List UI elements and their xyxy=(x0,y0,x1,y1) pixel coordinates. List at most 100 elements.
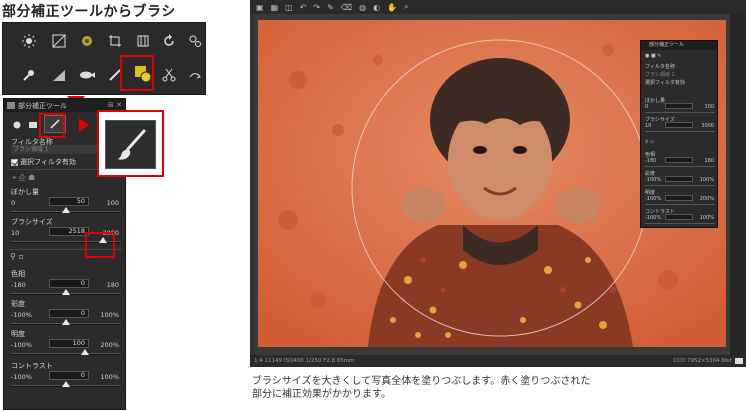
mini-filter-value: ブラシ領域 1 xyxy=(645,72,675,78)
gradient-icon[interactable] xyxy=(47,63,71,87)
color-picker-icon[interactable]: ⚲ ▫ xyxy=(10,252,24,261)
slider-track-contrast[interactable] xyxy=(11,381,121,387)
eraser-icon[interactable]: ⌫ xyxy=(341,3,352,12)
mini-value-box-brush-size[interactable] xyxy=(665,122,693,128)
mini-max-brush-size: 3000 xyxy=(701,123,714,129)
mini-tool-row: ● ■ ✎ xyxy=(645,53,662,59)
mini-picker-icon[interactable]: ⚲ ▫ xyxy=(645,139,654,145)
slider-label-brush-size: ブラシサイズ xyxy=(11,218,53,226)
undo-icon[interactable]: ↶ xyxy=(300,3,307,12)
slider-min-brush-size: 10 xyxy=(11,229,20,237)
slider-min-blur: 0 xyxy=(11,199,16,207)
redo-icon[interactable]: ↷ xyxy=(313,3,320,12)
slider-label-contrast: コントラスト xyxy=(11,362,53,370)
slider-thumb-hue[interactable] xyxy=(62,289,70,295)
slider-label-saturation: 彩度 xyxy=(11,300,25,308)
editor-right-strip xyxy=(730,14,746,355)
rect-filter-icon[interactable] xyxy=(26,118,39,131)
share-icon[interactable] xyxy=(183,63,207,87)
rotate-icon[interactable] xyxy=(157,29,181,53)
slider-value-brush-size[interactable]: 2518 xyxy=(49,227,89,236)
slider-thumb-saturation[interactable] xyxy=(62,319,70,325)
mini-track-contrast[interactable] xyxy=(645,223,715,224)
mini-label-brightness: 明度 xyxy=(645,190,656,196)
mini-track-hue[interactable] xyxy=(645,166,715,167)
grid-icon[interactable]: ▦ xyxy=(271,3,279,12)
panel-title: 部分補正ツール xyxy=(18,101,67,110)
brush-zoom-callout xyxy=(97,110,164,177)
checkbox-icon[interactable] xyxy=(11,158,18,166)
crop-icon[interactable] xyxy=(103,29,127,53)
filter-name-field[interactable]: ブラシ領域 1 xyxy=(11,145,111,154)
dropper-icon[interactable] xyxy=(17,63,41,87)
fill-icon[interactable]: ◍ xyxy=(359,3,366,12)
settings-gears-icon[interactable] xyxy=(183,29,207,53)
slider-max-brightness: 200% xyxy=(100,341,119,349)
slider-label-brightness: 明度 xyxy=(11,330,25,338)
slider-label-hue: 色相 xyxy=(11,270,25,278)
fish-eye-icon[interactable] xyxy=(75,63,99,87)
slider-min-hue: -180 xyxy=(11,281,26,289)
fit-icon[interactable]: ▣ xyxy=(256,3,264,12)
circle-filter-icon[interactable] xyxy=(10,118,23,131)
compare-icon[interactable]: ◫ xyxy=(285,3,293,12)
brightness-icon[interactable] xyxy=(17,29,41,53)
mini-label-hue: 色相 xyxy=(645,152,656,158)
color-balance-icon[interactable] xyxy=(75,29,99,53)
brush-size-highlight xyxy=(85,232,115,258)
mini-track-blur[interactable] xyxy=(645,112,715,113)
mini-track-brightness[interactable] xyxy=(645,204,715,205)
mini-min-blur: 0 xyxy=(645,104,649,110)
caption: ブラシサイズを大きくして写真全体を塗りつぶします。赤く塗りつぶされた 部分に補正… xyxy=(252,375,746,401)
slider-track-saturation[interactable] xyxy=(11,319,121,325)
mini-max-brightness: 200% xyxy=(699,196,714,202)
mini-max-contrast: 100% xyxy=(699,215,714,221)
mini-max-blur: 100 xyxy=(704,104,714,110)
mini-value-box-contrast[interactable] xyxy=(665,214,693,220)
slider-thumb-brightness[interactable] xyxy=(80,349,89,355)
mini-value-box-brightness[interactable] xyxy=(665,195,693,201)
slider-value-hue[interactable]: 0 xyxy=(49,279,89,288)
hand-icon[interactable]: ✋ xyxy=(387,3,397,12)
mini-checkbox-label[interactable]: 選択フィルタ有効 xyxy=(645,79,685,86)
mini-track-saturation[interactable] xyxy=(645,185,715,186)
checkbox-label: 選択フィルタ有効 xyxy=(20,158,76,166)
panel-menu-icon[interactable]: ⊞ ✕ xyxy=(108,101,122,109)
slider-track-brightness[interactable] xyxy=(11,349,121,355)
slider-value-blur[interactable]: 50 xyxy=(49,197,89,206)
scissors-icon[interactable] xyxy=(157,63,181,87)
mini-value-box-hue[interactable] xyxy=(665,157,693,163)
zoom-icon[interactable]: ⌕ xyxy=(404,2,408,12)
slider-value-saturation[interactable]: 0 xyxy=(49,309,89,318)
slider-max-saturation: 100% xyxy=(100,311,119,319)
caption-line-1: ブラシサイズを大きくして写真全体を塗りつぶします。赤く塗りつぶされた xyxy=(252,376,591,387)
slider-thumb-blur[interactable] xyxy=(62,207,70,213)
mask-tools-icon[interactable]: ⌖ ⎙ ☗ xyxy=(12,173,72,182)
tone-curve-icon[interactable] xyxy=(47,29,71,53)
slider-track-blur[interactable] xyxy=(11,207,121,213)
slider-max-contrast: 100% xyxy=(100,373,119,381)
mask-icon[interactable]: ◐ xyxy=(373,3,380,12)
slider-thumb-contrast[interactable] xyxy=(62,381,70,387)
brush-mode-icon[interactable]: ✎ xyxy=(327,3,334,12)
mini-value-box-saturation[interactable] xyxy=(665,176,693,182)
caption-line-2: 部分に補正効果がかかります。 xyxy=(252,389,391,400)
mini-min-hue: -180 xyxy=(645,158,657,164)
status-left: 1:4 11149 ISO400 1/250 F2.8 85mm xyxy=(254,358,355,364)
straighten-icon[interactable] xyxy=(131,29,155,53)
tool-palette xyxy=(2,22,206,95)
right-arrow-icon xyxy=(79,118,89,132)
mini-panel-title: 部分補正ツール xyxy=(641,41,717,50)
slider-label-blur: ぼかし量 xyxy=(11,188,39,196)
filter-enable-checkbox[interactable]: 選択フィルタ有効 xyxy=(11,157,76,167)
editor-partial-panel: 部分補正ツール ● ■ ✎ フィルタ名称 ブラシ領域 1 選択フィルタ有効 ぼか… xyxy=(640,40,718,228)
mini-min-contrast: -100% xyxy=(645,215,662,221)
slider-value-brightness[interactable]: 100 xyxy=(49,339,89,348)
slider-track-hue[interactable] xyxy=(11,289,121,295)
slider-max-blur: 100 xyxy=(106,199,119,207)
mini-min-saturation: -100% xyxy=(645,177,662,183)
slider-value-contrast[interactable]: 0 xyxy=(49,371,89,380)
mini-value-box-blur[interactable] xyxy=(665,103,693,109)
mini-track-brush-size[interactable] xyxy=(645,131,715,132)
slider-min-saturation: -100% xyxy=(11,311,32,319)
